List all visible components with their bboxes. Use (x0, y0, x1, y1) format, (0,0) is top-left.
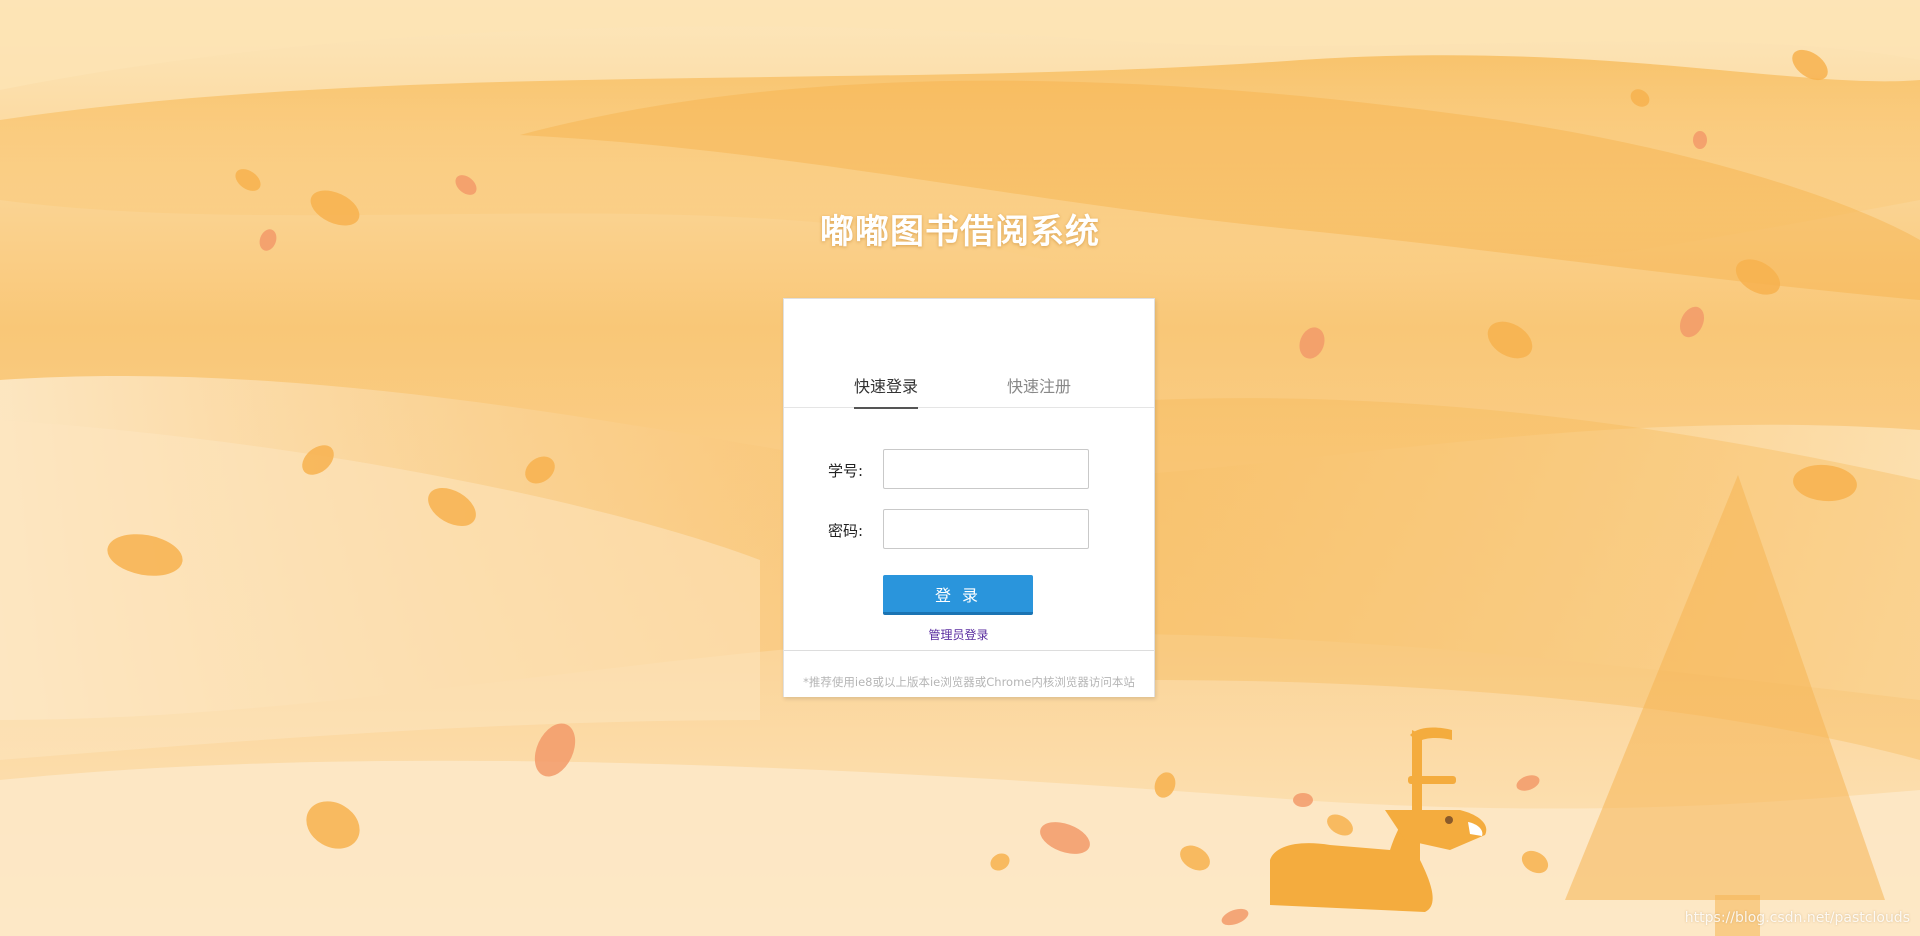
password-input[interactable] (883, 509, 1089, 549)
login-page: 嘟嘟图书借阅系统 快速登录 快速注册 学号: 密码: 登 录 管理员登录 *推荐… (0, 0, 1920, 936)
login-card: 快速登录 快速注册 学号: 密码: 登 录 管理员登录 *推荐使用ie8或以上版… (783, 298, 1155, 697)
student-id-label: 学号: (828, 462, 864, 480)
password-label: 密码: (828, 522, 864, 540)
tab-quick-register[interactable]: 快速注册 (1007, 377, 1071, 407)
tab-quick-login[interactable]: 快速登录 (854, 377, 919, 409)
student-id-row: 学号: (784, 449, 1154, 491)
admin-login-link[interactable]: 管理员登录 (784, 626, 1133, 643)
site-title: 嘟嘟图书借阅系统 (820, 212, 1100, 252)
browser-recommendation-note: *推荐使用ie8或以上版本ie浏览器或Chrome内核浏览器访问本站 (803, 675, 1135, 689)
source-watermark: https://blog.csdn.net/pastclouds (1684, 910, 1910, 926)
password-row: 密码: (784, 509, 1154, 551)
login-tabs: 快速登录 快速注册 (784, 377, 1154, 409)
login-card-footer: *推荐使用ie8或以上版本ie浏览器或Chrome内核浏览器访问本站 (784, 650, 1154, 697)
login-button[interactable]: 登 录 (883, 575, 1033, 615)
student-id-input[interactable] (883, 449, 1089, 489)
